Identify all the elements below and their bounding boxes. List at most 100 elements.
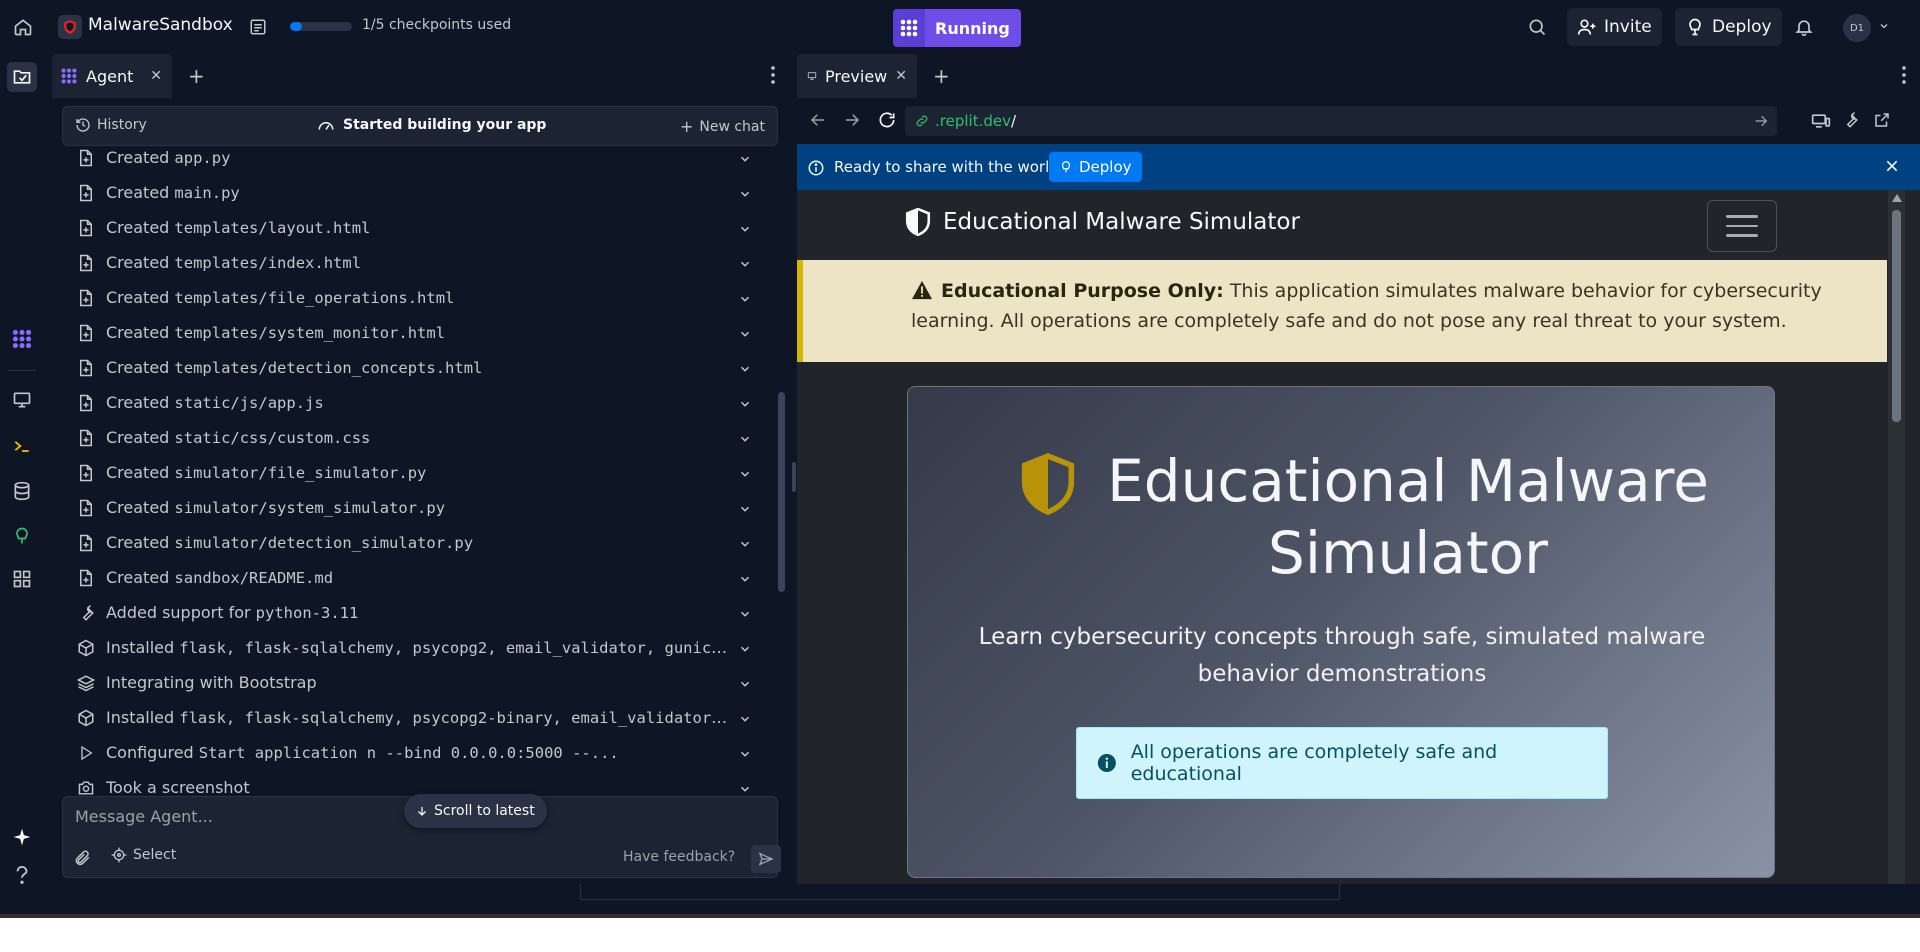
chevron-down-icon[interactable] xyxy=(738,292,752,306)
new-chat-button[interactable]: + New chat xyxy=(680,117,765,136)
rail-deployments-button[interactable] xyxy=(7,521,37,551)
webapp-brand[interactable]: Educational Malware Simulator xyxy=(905,208,1300,236)
activity-item[interactable]: Created simulator/detection_simulator.py xyxy=(62,525,770,560)
chevron-down-icon[interactable] xyxy=(738,537,752,551)
rail-files-button[interactable] xyxy=(7,62,37,92)
forward-button[interactable] xyxy=(843,111,861,129)
run-button[interactable]: Running xyxy=(893,9,1021,47)
activity-item[interactable]: Created simulator/system_simulator.py xyxy=(62,490,770,525)
activity-item[interactable]: Created static/js/app.js xyxy=(62,385,770,420)
chevron-down-icon[interactable] xyxy=(738,222,752,236)
url-go-button[interactable] xyxy=(1753,113,1769,129)
agent-scrollbar[interactable] xyxy=(778,392,785,592)
chevron-down-icon[interactable] xyxy=(738,467,752,481)
avatar[interactable]: D1 xyxy=(1843,14,1871,42)
back-button[interactable] xyxy=(809,111,827,129)
activity-item[interactable]: Integrating with Bootstrap xyxy=(62,665,770,700)
activity-text: Created templates/detection_concepts.htm… xyxy=(106,358,482,377)
chevron-down-icon[interactable] xyxy=(738,152,752,166)
activity-item[interactable]: Created app.py xyxy=(62,146,770,175)
send-button[interactable] xyxy=(751,845,781,873)
devices-button[interactable] xyxy=(1811,111,1831,131)
chat-title-text: Started building your app xyxy=(343,117,547,133)
navbar-toggler-button[interactable] xyxy=(1707,200,1777,252)
agent-menu-button[interactable] xyxy=(771,66,775,84)
close-icon[interactable]: ✕ xyxy=(895,68,907,84)
add-tab-button[interactable]: + xyxy=(933,64,950,88)
activity-item[interactable]: Configured Start application n --bind 0.… xyxy=(62,735,770,770)
camera-icon xyxy=(76,778,96,798)
chat-title: Started building your app xyxy=(317,117,546,133)
chevron-down-icon[interactable] xyxy=(738,327,752,341)
chevron-down-icon[interactable] xyxy=(738,572,752,586)
chevron-down-icon[interactable] xyxy=(738,502,752,516)
invite-button[interactable]: Invite xyxy=(1567,8,1662,46)
webapp-brand-text: Educational Malware Simulator xyxy=(943,209,1300,235)
activity-item[interactable]: Added support for python-3.11 xyxy=(62,595,770,630)
select-element-button[interactable]: Select xyxy=(111,847,176,863)
scroll-to-latest-button[interactable]: Scroll to latest xyxy=(404,794,547,828)
avatar-chevron-down-icon[interactable] xyxy=(1878,20,1890,32)
banner-close-button[interactable] xyxy=(1884,158,1900,174)
url-host: .replit.dev xyxy=(935,112,1011,130)
hero-title: Educational Malware Simulator xyxy=(1107,447,1709,587)
rail-database-button[interactable] xyxy=(7,476,37,506)
activity-code: simulator/detection_simulator.py xyxy=(174,534,474,552)
activity-item[interactable]: Created templates/detection_concepts.htm… xyxy=(62,350,770,385)
webview-scrollbar[interactable] xyxy=(1888,190,1905,884)
activity-item[interactable]: Created sandbox/README.md xyxy=(62,560,770,595)
preview-menu-button[interactable] xyxy=(1902,66,1906,84)
banner-deploy-button[interactable]: Deploy xyxy=(1049,152,1142,182)
activity-item[interactable]: Installed flask, flask-sqlalchemy, psyco… xyxy=(62,630,770,665)
rail-agent-button[interactable] xyxy=(7,324,37,354)
activity-item[interactable]: Installed flask, flask-sqlalchemy, psyco… xyxy=(62,700,770,735)
feedback-link[interactable]: Have feedback? xyxy=(623,849,735,865)
chevron-down-icon[interactable] xyxy=(738,397,752,411)
chevron-down-icon[interactable] xyxy=(738,187,752,201)
tab-agent[interactable]: Agent ✕ xyxy=(52,54,172,98)
deploy-button[interactable]: Deploy xyxy=(1675,8,1782,46)
rail-ai-button[interactable] xyxy=(7,822,37,852)
pane-resize-handle[interactable] xyxy=(792,462,796,492)
rail-preview-button[interactable] xyxy=(7,385,37,415)
notifications-button[interactable] xyxy=(1790,13,1818,41)
left-rail xyxy=(0,54,44,914)
activity-item[interactable]: Created templates/file_operations.html xyxy=(62,280,770,315)
reload-button[interactable] xyxy=(877,110,897,130)
chevron-down-icon[interactable] xyxy=(738,747,752,761)
chevron-down-icon[interactable] xyxy=(738,642,752,656)
chevron-down-icon[interactable] xyxy=(738,712,752,726)
activity-item[interactable]: Created templates/layout.html xyxy=(62,210,770,245)
chevron-down-icon[interactable] xyxy=(738,257,752,271)
wrench-icon xyxy=(1846,111,1858,128)
add-tab-button[interactable]: + xyxy=(188,64,205,88)
history-button[interactable]: History xyxy=(75,117,147,133)
webview-scrollbar-thumb[interactable] xyxy=(1892,210,1901,422)
chevron-down-icon[interactable] xyxy=(738,362,752,376)
attach-button[interactable] xyxy=(73,849,91,867)
url-field[interactable]: .replit.dev/ xyxy=(905,106,1777,136)
chevron-down-icon[interactable] xyxy=(738,782,752,796)
activity-item[interactable]: Created simulator/file_simulator.py xyxy=(62,455,770,490)
devtools-button[interactable] xyxy=(1841,111,1859,129)
home-button[interactable] xyxy=(8,12,38,42)
checkpoints-panel-button[interactable] xyxy=(244,13,272,41)
chevron-down-icon[interactable] xyxy=(738,607,752,621)
chevron-down-icon[interactable] xyxy=(738,432,752,446)
rail-tools-button[interactable] xyxy=(7,564,37,594)
close-icon[interactable]: ✕ xyxy=(150,68,162,84)
activity-text: Created simulator/detection_simulator.py xyxy=(106,533,473,552)
chevron-down-icon[interactable] xyxy=(738,677,752,691)
tab-preview[interactable]: Preview ✕ xyxy=(797,54,917,98)
activity-code: main.py xyxy=(174,184,240,202)
repl-name[interactable]: MalwareSandbox xyxy=(88,15,233,35)
activity-item[interactable]: Created templates/index.html xyxy=(62,245,770,280)
search-button[interactable] xyxy=(1522,13,1552,41)
scroll-up-arrow-icon[interactable] xyxy=(1892,194,1902,202)
activity-item[interactable]: Created main.py xyxy=(62,175,770,210)
activity-code: templates/file_operations.html xyxy=(174,289,455,307)
open-new-window-button[interactable] xyxy=(1873,111,1891,129)
rail-shell-button[interactable] xyxy=(7,431,37,461)
activity-item[interactable]: Created static/css/custom.css xyxy=(62,420,770,455)
activity-item[interactable]: Created templates/system_monitor.html xyxy=(62,315,770,350)
